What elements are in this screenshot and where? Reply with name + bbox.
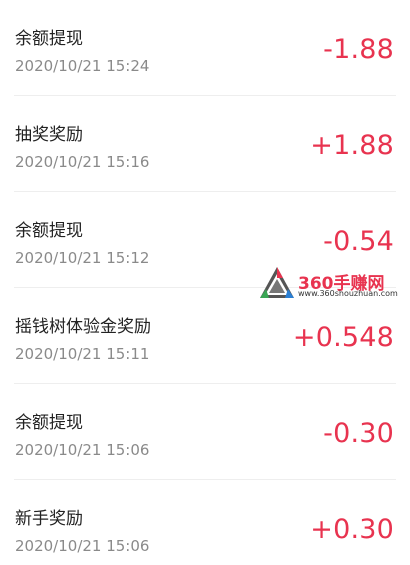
transaction-time: 2020/10/21 15:11 [15,345,150,363]
transaction-amount: -1.88 [323,34,394,65]
transaction-time: 2020/10/21 15:06 [15,537,150,555]
transaction-amount: +0.30 [310,514,394,545]
transaction-title: 余额提现 [15,413,83,433]
transaction-amount: +1.88 [310,130,394,161]
transaction-list: 余额提现 2020/10/21 15:24 -1.88 抽奖奖励 2020/10… [0,0,410,565]
transaction-time: 2020/10/21 15:16 [15,153,150,171]
transaction-title: 摇钱树体验金奖励 [15,317,151,337]
transaction-time: 2020/10/21 15:24 [15,57,150,75]
transaction-time: 2020/10/21 15:12 [15,249,150,267]
transaction-time: 2020/10/21 15:06 [15,441,150,459]
watermark-url: www.360shouzhuan.com [298,289,398,298]
transaction-row[interactable]: 抽奖奖励 2020/10/21 15:16 +1.88 [0,96,410,192]
transaction-title: 新手奖励 [15,509,83,529]
transaction-row[interactable]: 余额提现 2020/10/21 15:24 -1.88 [0,0,410,96]
transaction-title: 余额提现 [15,29,83,49]
transaction-title: 抽奖奖励 [15,125,83,145]
transaction-amount: -0.54 [323,226,394,257]
watermark-logo: 360手赚网 www.360shouzhuan.com [258,265,408,305]
transaction-amount: +0.548 [292,322,394,353]
transaction-row[interactable]: 余额提现 2020/10/21 15:06 -0.30 [0,384,410,480]
transaction-title: 余额提现 [15,221,83,241]
transaction-row[interactable]: 新手奖励 2020/10/21 15:06 +0.30 [0,480,410,565]
transaction-amount: -0.30 [323,418,394,449]
triangle-logo-icon [260,267,294,298]
